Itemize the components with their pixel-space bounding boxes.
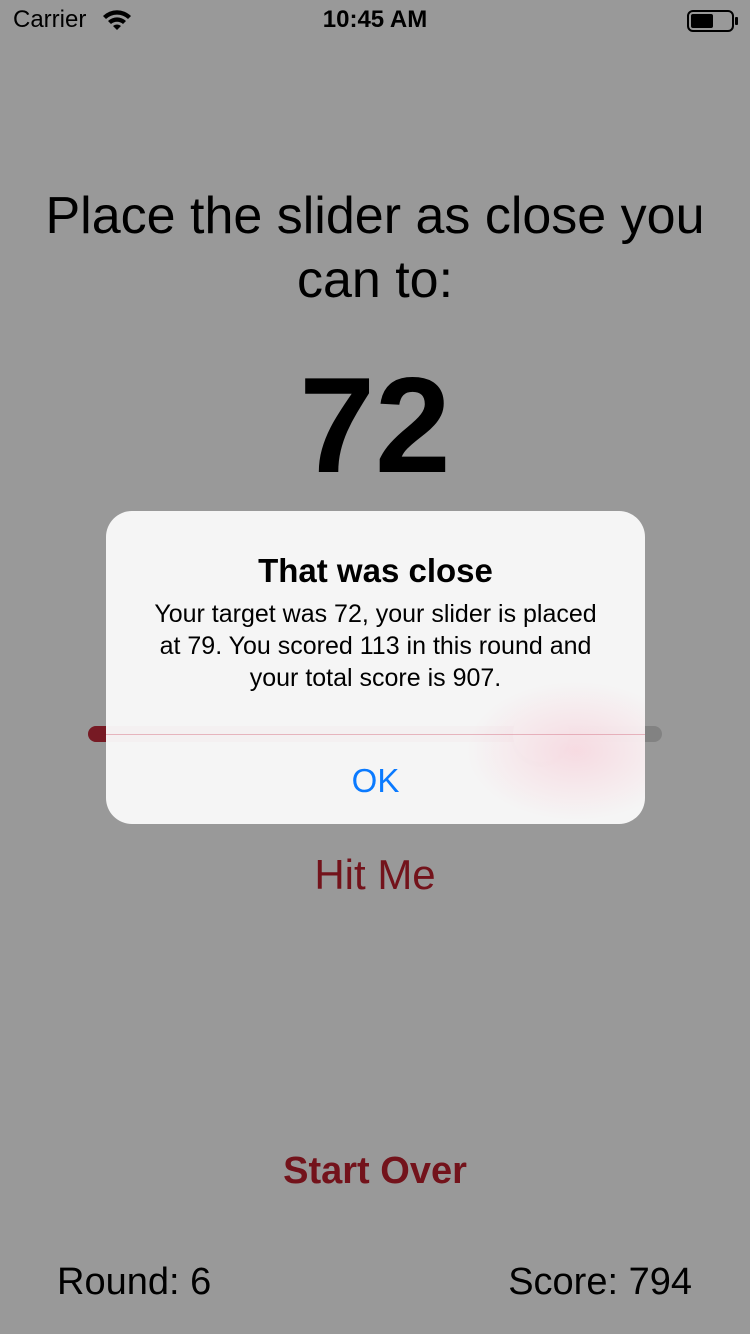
ok-button[interactable]: OK <box>106 735 645 824</box>
result-alert: That was close Your target was 72, your … <box>106 511 645 824</box>
alert-message: Your target was 72, your slider is place… <box>154 600 597 692</box>
alert-title: That was close <box>258 552 493 589</box>
